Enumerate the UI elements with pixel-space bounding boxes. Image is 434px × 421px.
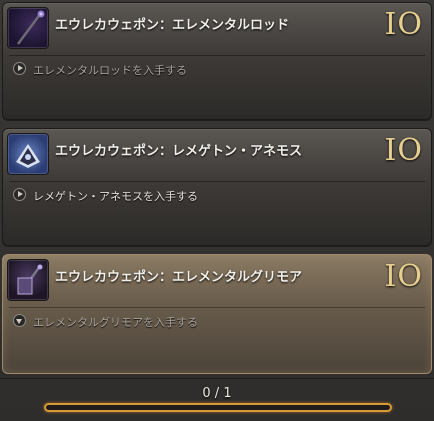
quest-objective: エレメンタルグリモアを入手する [33, 316, 198, 329]
quest-card-elemental-rod[interactable]: エウレカウェポン：エレメンタルロッド IO エレメンタルロッドを入手する [2, 2, 432, 120]
quest-card-elemental-grimoire[interactable]: エウレカウェポン：エレメンタルグリモア IO エレメンタルグリモアを入手する [2, 254, 432, 374]
expand-arrow-icon[interactable] [13, 188, 26, 201]
quest-title: エウレカウェポン：エレメンタルグリモア [55, 270, 303, 285]
divider [9, 55, 425, 56]
quest-objective: レメゲトン・アネモスを入手する [33, 190, 198, 203]
collapse-arrow-icon[interactable] [13, 314, 26, 327]
quest-list-panel: エウレカウェポン：エレメンタルロッド IO エレメンタルロッドを入手する エウレ… [0, 0, 434, 421]
expand-arrow-icon[interactable] [13, 62, 26, 75]
quest-objective: エレメンタルロッドを入手する [33, 64, 187, 77]
reward-level: IO [384, 7, 423, 42]
reward-level: IO [384, 259, 423, 294]
divider [9, 307, 425, 308]
quest-title: エウレカウェポン：エレメンタルロッド [55, 18, 290, 33]
progress-count: 0 / 1 [202, 386, 232, 401]
rod-icon [7, 7, 49, 49]
divider [9, 181, 425, 182]
grimoire-icon [7, 259, 49, 301]
progress-bar [44, 403, 392, 412]
divider [0, 378, 434, 379]
quest-title: エウレカウェポン：レメゲトン・アネモス [55, 144, 303, 159]
reward-level: IO [384, 133, 423, 168]
quest-card-lemegeton-anemos[interactable]: エウレカウェポン：レメゲトン・アネモス IO レメゲトン・アネモスを入手する [2, 128, 432, 246]
book-icon [7, 133, 49, 175]
